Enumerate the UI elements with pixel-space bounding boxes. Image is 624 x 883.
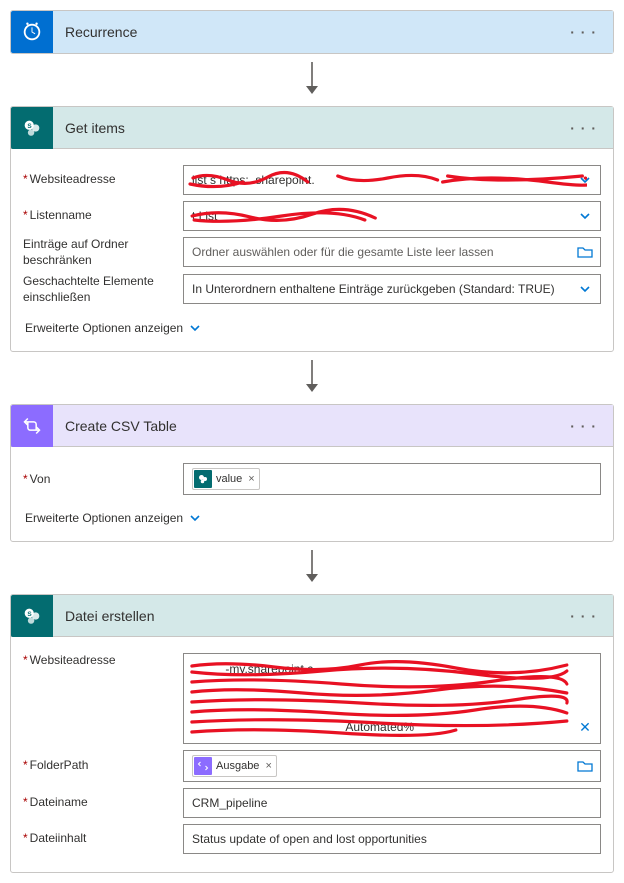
token-value[interactable]: value × [192,468,260,490]
nested-dropdown[interactable]: In Unterordnern enthaltene Einträge zurü… [183,274,601,304]
token-remove-icon[interactable]: × [248,473,254,485]
get-items-title: Get items [53,120,562,136]
file-name-label: Dateiname [23,795,183,811]
create-file-header[interactable]: S Datei erstellen · · · [11,595,613,637]
ellipsis-icon[interactable]: · · · [562,20,605,44]
create-csv-header[interactable]: Create CSV Table · · · [11,405,613,447]
list-name-label: Listenname [23,208,183,224]
data-operation-icon [194,757,212,775]
folder-path-label: FolderPath [23,758,183,774]
token-ausgabe[interactable]: Ausgabe × [192,755,277,777]
folder-icon[interactable] [570,751,600,781]
list-name-dropdown[interactable]: t List [183,201,601,231]
folder-path-input[interactable]: Ausgabe × [183,750,601,782]
ellipsis-icon[interactable]: · · · [562,604,605,628]
recurrence-card: Recurrence · · · [10,10,614,54]
get-items-card: S Get items · · · Websiteadresse list s … [10,106,614,352]
clear-icon[interactable]: ✕ [570,715,600,739]
chevron-down-icon [189,512,201,524]
recurrence-header[interactable]: Recurrence · · · [11,11,613,53]
limit-folder-label: Einträge auf Ordner beschränken [23,237,183,268]
arrow-connector [10,358,614,394]
advanced-options-toggle[interactable]: Erweiterte Optionen anzeigen [23,507,203,529]
arrow-connector [10,60,614,96]
create-csv-title: Create CSV Table [53,418,562,434]
create-file-card: S Datei erstellen · · · Websiteadresse -… [10,594,614,873]
ellipsis-icon[interactable]: · · · [562,414,605,438]
arrow-connector [10,548,614,584]
sharepoint-icon: S [11,107,53,149]
svg-text:S: S [27,123,32,130]
advanced-options-toggle[interactable]: Erweiterte Optionen anzeigen [23,317,203,339]
create-csv-card: Create CSV Table · · · Von value × Erwei… [10,404,614,542]
chevron-down-icon [189,322,201,334]
site-address-input[interactable]: -my.sharepoint.c Automated% ✕ [183,653,601,744]
chevron-down-icon[interactable] [570,166,600,194]
create-file-title: Datei erstellen [53,608,562,624]
from-label: Von [23,472,183,488]
svg-text:S: S [27,611,32,618]
site-address-label: Websiteadresse [23,653,183,669]
file-content-label: Dateiinhalt [23,831,183,847]
recurrence-title: Recurrence [53,24,562,40]
sharepoint-icon: S [11,595,53,637]
chevron-down-icon[interactable] [570,275,600,303]
file-content-input[interactable]: Status update of open and lost opportuni… [183,824,601,854]
clock-icon [11,11,53,53]
folder-icon[interactable] [570,238,600,266]
site-address-dropdown[interactable]: list s https: .sharepoint. [183,165,601,195]
data-operation-icon [11,405,53,447]
from-input[interactable]: value × [183,463,601,495]
chevron-down-icon[interactable] [570,202,600,230]
ellipsis-icon[interactable]: · · · [562,116,605,140]
sharepoint-icon [194,470,212,488]
token-remove-icon[interactable]: × [265,760,271,772]
limit-folder-picker[interactable]: Ordner auswählen oder für die gesamte Li… [183,237,601,267]
file-name-input[interactable]: CRM_pipeline [183,788,601,818]
nested-label: Geschachtelte Elemente einschließen [23,274,183,305]
get-items-header[interactable]: S Get items · · · [11,107,613,149]
site-address-label: Websiteadresse [23,172,183,188]
